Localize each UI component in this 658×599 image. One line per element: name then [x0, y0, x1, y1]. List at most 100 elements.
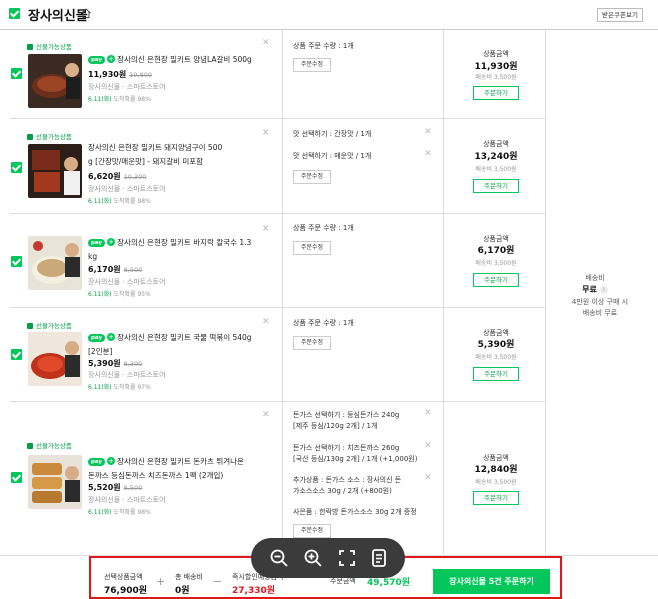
price-value: 6,170원: [88, 265, 121, 274]
sale-price: 11,930원 19,800: [88, 69, 152, 80]
delivery-date: 6.11(화): [88, 198, 112, 205]
divider: [10, 213, 545, 214]
product-thumbnail[interactable]: [28, 332, 82, 386]
gift-tag: 선물가능상품: [27, 320, 72, 330]
remove-item-icon[interactable]: ✕: [262, 128, 270, 138]
edit-order-button[interactable]: 주문수정: [293, 170, 331, 184]
shipping-label: 배송비: [585, 274, 605, 282]
seller-name[interactable]: 장사의신몰 · 스마트스토어: [88, 82, 166, 92]
product-name[interactable]: pay + 장사의신 은현장 밀키트 돈카츠 튀겨나온 돈까스 등심돈까스 치즈돈까스…: [88, 455, 244, 483]
option-text: 상품 주문 수량 : 1개: [293, 224, 354, 232]
shipping-value-text: 무료: [582, 285, 597, 294]
product-name[interactable]: pay + 장사의신 은현장 밀키트 양념LA갈비 500g: [88, 53, 252, 67]
delivery-estimate: 6.11(화) 도착확률 98%: [88, 196, 151, 205]
original-price: 10,300: [123, 173, 147, 181]
delivery-date: 6.11(화): [88, 509, 112, 516]
order-item-button[interactable]: 주문하기: [473, 491, 519, 505]
product-thumbnail[interactable]: [28, 54, 82, 108]
product-name[interactable]: 장사의신 은현장 밀키트 돼지양념구이 500 g [간장맛/매운맛] - 돼지갈…: [88, 141, 222, 169]
option-text: [제주 등심/120g 2개] / 1개: [293, 422, 378, 430]
order-item-button[interactable]: 주문하기: [473, 179, 519, 193]
price-value: 5,390원: [88, 359, 121, 368]
delivery-date: 6.11(화): [88, 384, 112, 391]
shipping-note: 4만원 이상 구매 시배송비 무료: [545, 297, 655, 319]
sale-price: 5,520원 8,500: [88, 482, 142, 493]
document-icon[interactable]: [367, 546, 391, 570]
remove-item-icon[interactable]: ✕: [262, 410, 270, 420]
item-checkbox[interactable]: [11, 472, 22, 483]
remove-item-icon[interactable]: ✕: [262, 38, 270, 48]
edit-order-button[interactable]: 주문수정: [293, 336, 331, 350]
remove-option-icon[interactable]: ✕: [424, 127, 432, 137]
order-item-button[interactable]: 주문하기: [473, 273, 519, 287]
delivery-estimate: 6.11(화) 도착확률 98%: [88, 94, 151, 103]
item-checkbox[interactable]: [11, 162, 22, 173]
original-price: 8,500: [123, 484, 143, 492]
seller-name[interactable]: 장사의신몰 · 스마트스토어: [88, 370, 166, 380]
delivery-estimate: 6.11(화) 도착확률 98%: [88, 507, 151, 516]
naver-pay-badge: pay: [88, 334, 106, 342]
product-thumbnail[interactable]: [28, 144, 82, 198]
product-name-line: g [간장맛/매운맛] - 돼지갈비 미포함: [88, 157, 204, 166]
item-checkbox[interactable]: [11, 68, 22, 79]
product-thumbnail[interactable]: [28, 455, 82, 509]
item-shipping-fee: 배송비 3,500원: [475, 260, 517, 267]
product-name-line: 장사의신 은현장 밀키트 국물 떡볶이 540g: [117, 333, 252, 342]
option-text: 가소스소스 30g / 2개 (+800원): [293, 487, 392, 495]
info-icon[interactable]: i: [599, 286, 608, 294]
item-checkbox[interactable]: [11, 349, 22, 360]
remove-item-icon[interactable]: ✕: [262, 317, 270, 327]
shipping-note-line: 배송비 무료: [582, 309, 618, 317]
received-coupons-button[interactable]: 받은쿠폰보기: [597, 8, 643, 22]
product-name-line: [2인분]: [88, 347, 113, 356]
plus-icon: +: [107, 55, 116, 63]
edit-order-button[interactable]: 주문수정: [293, 524, 331, 538]
seller-name[interactable]: 장사의신몰 · 스마트스토어: [88, 277, 166, 287]
image-viewer-toolbar: [251, 538, 405, 578]
naver-pay-badge: pay: [88, 458, 106, 466]
divider: [10, 401, 545, 402]
select-all-checkbox[interactable]: [9, 8, 20, 19]
zoom-out-icon[interactable]: [267, 546, 291, 570]
item-shipping-fee: 배송비 3,500원: [475, 354, 517, 361]
remove-option-icon[interactable]: ✕: [424, 408, 432, 418]
sale-price: 6,620원 10,300: [88, 171, 146, 182]
item-checkbox[interactable]: [11, 256, 22, 267]
item-amount: 6,170원: [477, 246, 515, 256]
item-shipping-fee: 배송비 3,500원: [475, 74, 517, 81]
order-item-button[interactable]: 주문하기: [473, 86, 519, 100]
sale-price: 5,390원 8,300: [88, 358, 142, 369]
edit-order-button[interactable]: 주문수정: [293, 241, 331, 255]
fullscreen-icon[interactable]: [335, 546, 359, 570]
delivery-estimate: 6.11(화) 도착확률 97%: [88, 382, 151, 391]
shipping-note-line: 4만원 이상 구매 시: [571, 298, 629, 306]
seller-name[interactable]: 장사의신몰 · 스마트스토어: [88, 184, 166, 194]
zoom-in-icon[interactable]: [301, 546, 325, 570]
edit-order-button[interactable]: 주문수정: [293, 58, 331, 72]
remove-option-icon[interactable]: ✕: [424, 473, 432, 483]
item-shipping-fee: 배송비 3,500원: [475, 479, 517, 486]
product-thumbnail[interactable]: [28, 236, 82, 290]
order-item-button[interactable]: 주문하기: [473, 367, 519, 381]
item-amount: 12,840원: [474, 465, 518, 475]
store-name[interactable]: 장사의신몰: [28, 5, 88, 24]
delivery-estimate: 6.11(화) 도착확률 95%: [88, 289, 151, 298]
item-amount: 13,240원: [474, 152, 518, 162]
remove-option-icon[interactable]: ✕: [424, 149, 432, 159]
remove-option-icon[interactable]: ✕: [424, 441, 432, 451]
home-icon[interactable]: [80, 7, 92, 19]
delivery-rate: 도착확률 97%: [113, 384, 151, 391]
plus-icon: +: [107, 238, 116, 246]
amount-label: 상품금액: [483, 140, 509, 148]
remove-item-icon[interactable]: ✕: [262, 224, 270, 234]
product-name[interactable]: pay + 장사의신 은현장 밀키트 바지락 칼국수 1.3 kg: [88, 236, 251, 264]
product-name-line: 장사의신 은현장 밀키트 돈카츠 튀겨나온: [117, 457, 244, 466]
delivery-rate: 도착확률 98%: [113, 198, 151, 205]
delivery-date: 6.11(화): [88, 291, 112, 298]
plus-icon: +: [107, 333, 116, 341]
seller-name[interactable]: 장사의신몰 · 스마트스토어: [88, 495, 166, 505]
item-amount: 5,390원: [477, 340, 515, 350]
product-name-line: 장사의신 은현장 밀키트 양념LA갈비 500g: [117, 55, 252, 64]
product-name-line: 장사의신 은현장 밀키트 바지락 칼국수 1.3: [117, 238, 252, 247]
product-name[interactable]: pay + 장사의신 은현장 밀키트 국물 떡볶이 540g [2인분]: [88, 331, 252, 359]
